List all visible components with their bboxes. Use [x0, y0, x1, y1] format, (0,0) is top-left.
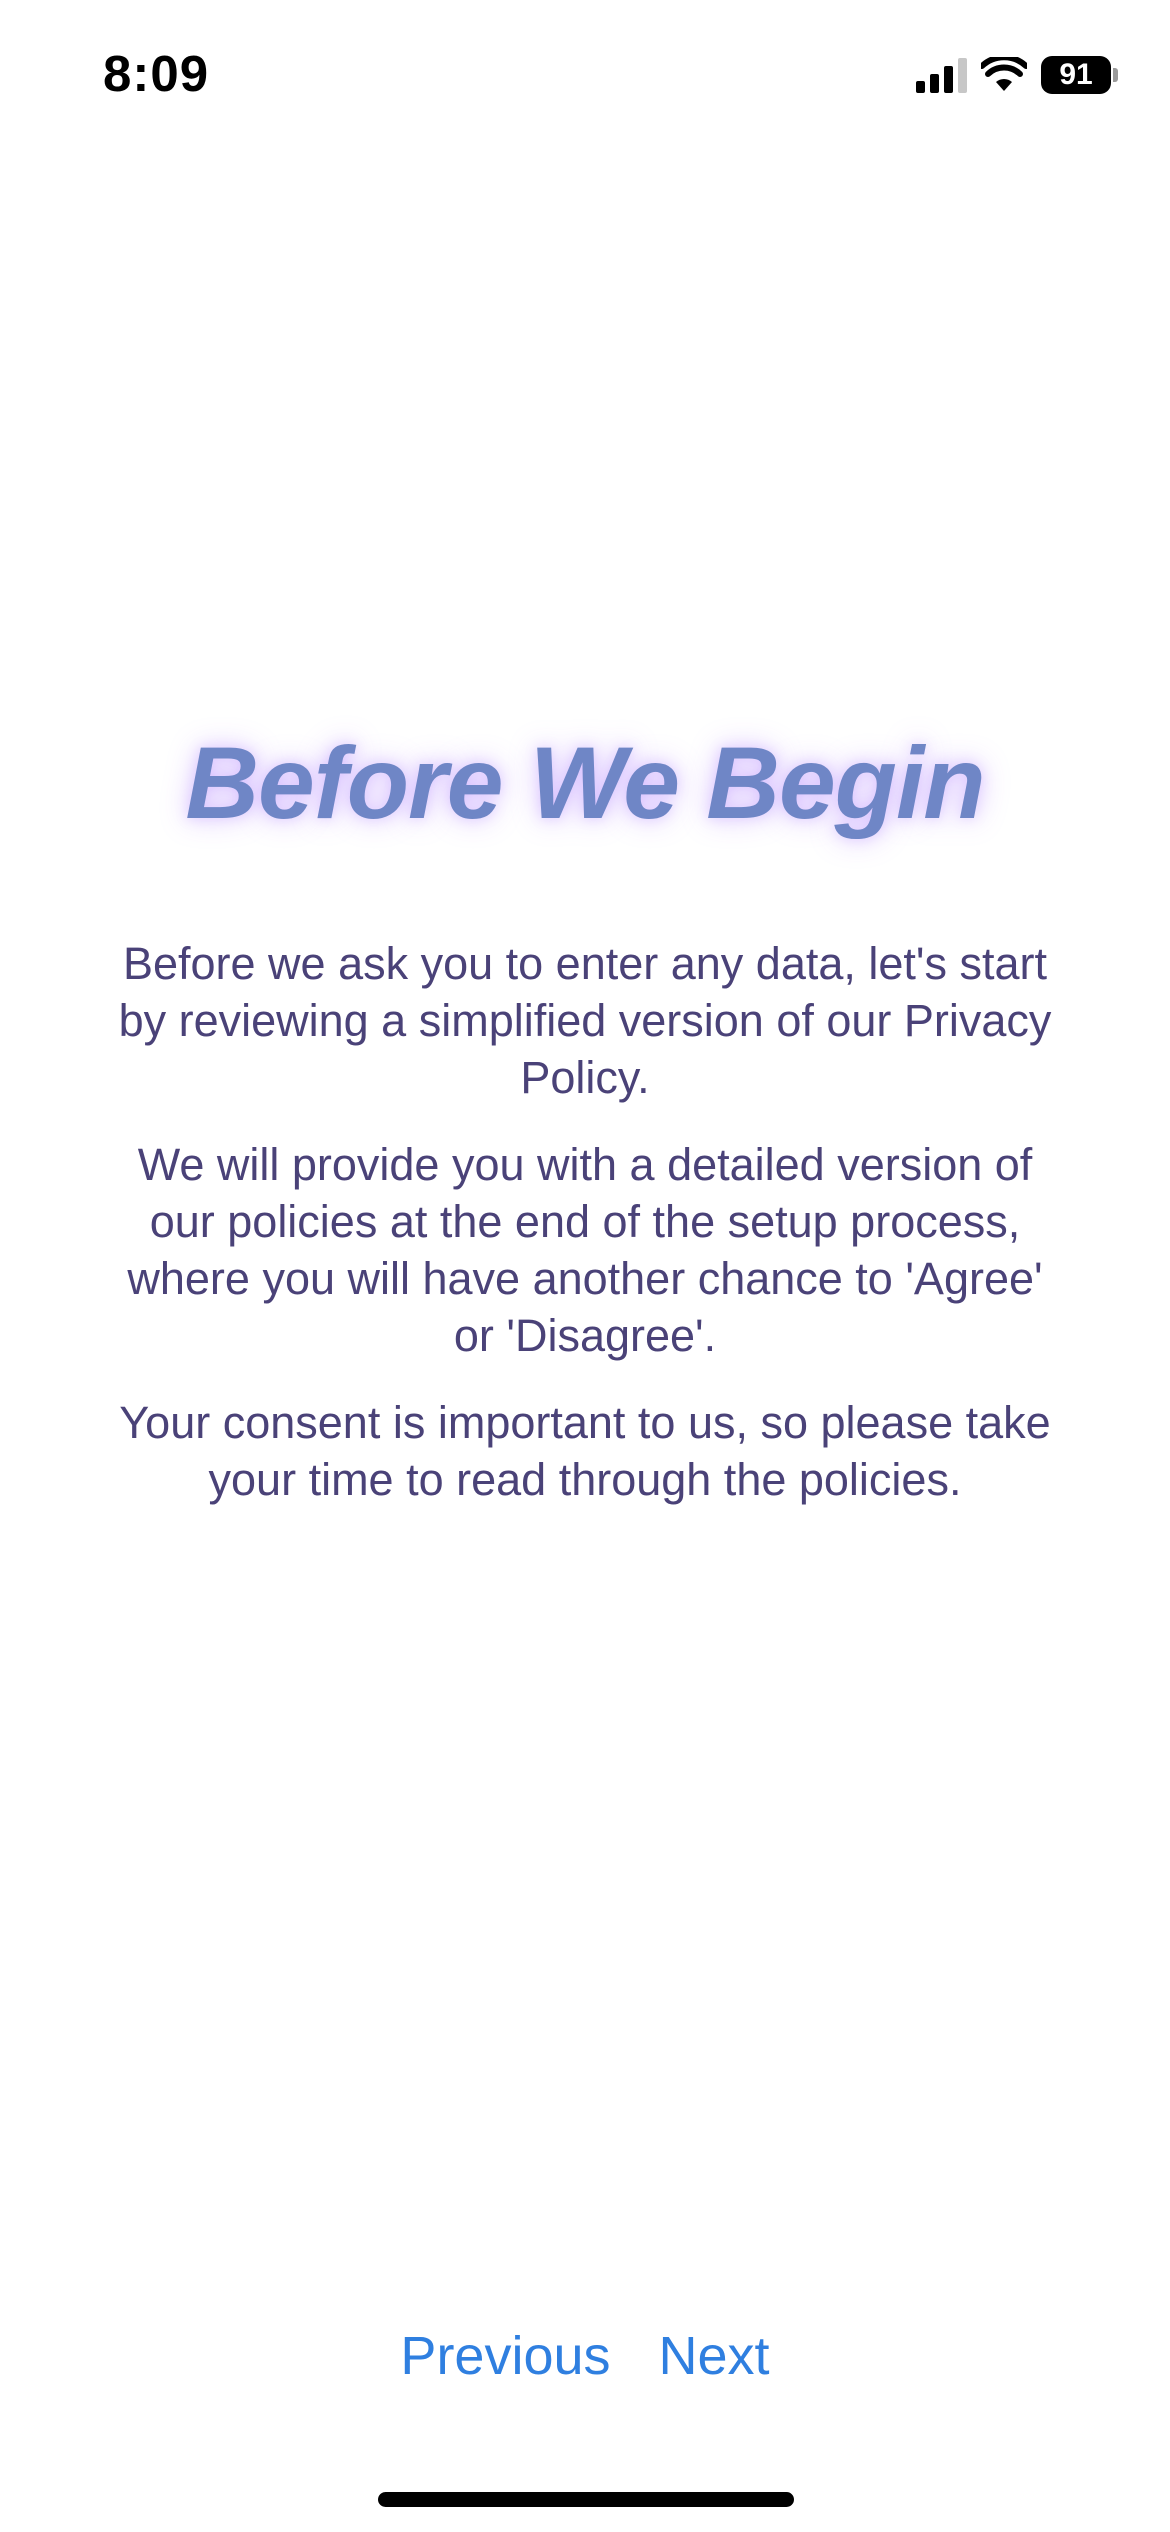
title-container: Before We Begin: [0, 725, 1170, 842]
intro-paragraph-2: We will provide you with a detailed vers…: [127, 1139, 1043, 1361]
navigation-buttons: Previous Next: [0, 2325, 1170, 2387]
screen: 8:09 91 Before We Begin Before we ask yo…: [0, 0, 1170, 2532]
page-title: Before We Begin: [185, 726, 985, 840]
previous-button[interactable]: Previous: [400, 2325, 610, 2387]
cellular-signal-icon: [916, 57, 967, 93]
status-icons: 91: [916, 54, 1118, 96]
intro-paragraph-1: Before we ask you to enter any data, let…: [118, 938, 1052, 1103]
battery-level: 91: [1059, 58, 1093, 91]
intro-text: Before we ask you to enter any data, let…: [115, 935, 1055, 1538]
home-indicator[interactable]: [378, 2492, 794, 2507]
wifi-icon: [981, 57, 1027, 91]
battery-body: 91: [1041, 56, 1111, 94]
battery-tip: [1113, 68, 1118, 82]
status-time: 8:09: [103, 45, 210, 102]
status-bar: 8:09 91: [0, 0, 1170, 150]
battery-icon: 91: [1041, 56, 1118, 94]
intro-paragraph-3: Your consent is important to us, so plea…: [119, 1397, 1051, 1505]
next-button[interactable]: Next: [659, 2325, 770, 2387]
